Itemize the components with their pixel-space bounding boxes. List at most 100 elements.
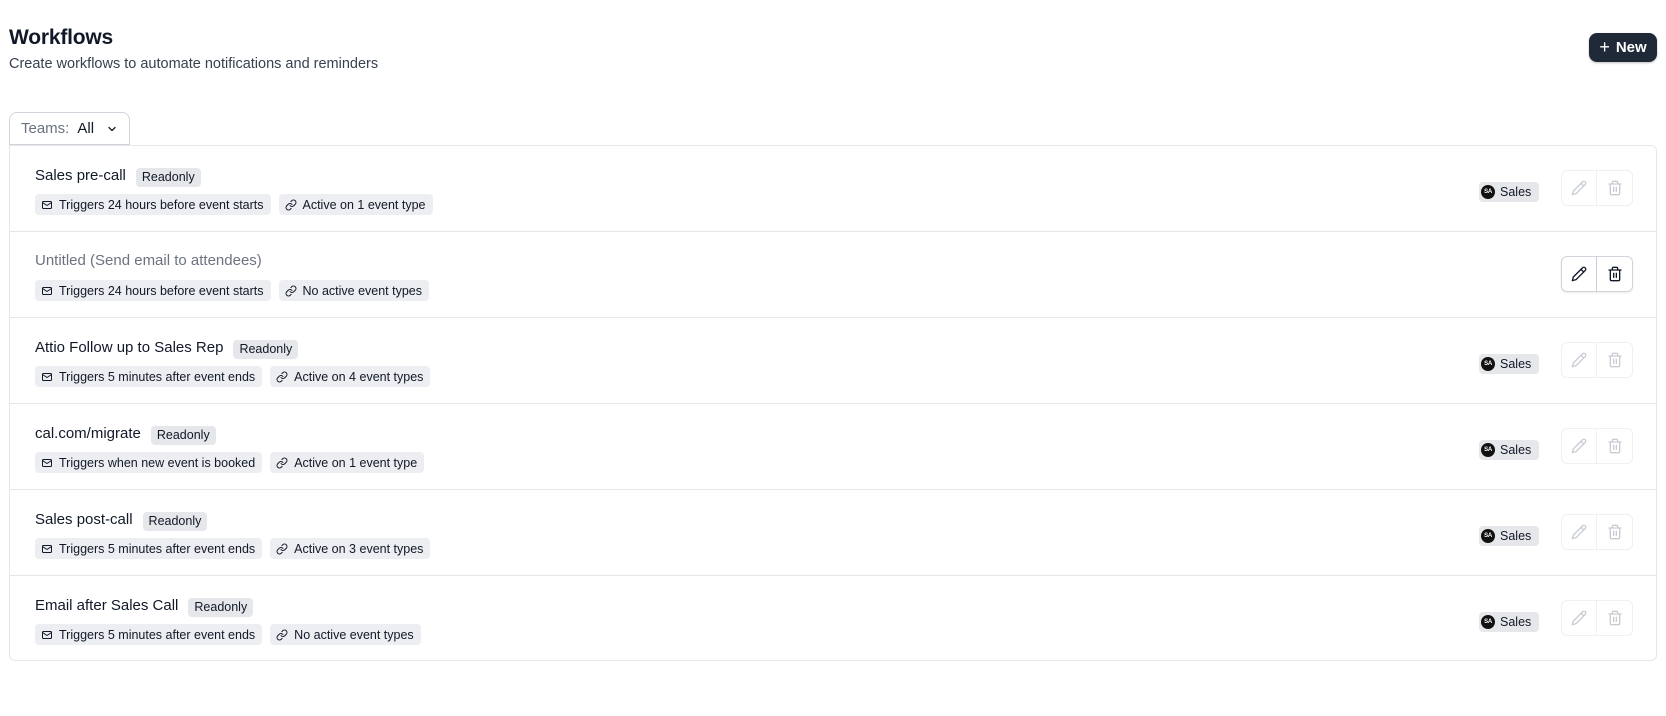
- team-avatar: SA: [1481, 185, 1495, 199]
- team-badge: SA Sales: [1479, 612, 1540, 632]
- pencil-icon: [1571, 352, 1587, 368]
- link-icon: [285, 199, 297, 211]
- workflow-actions: [1561, 600, 1633, 636]
- readonly-badge: Readonly: [135, 168, 201, 187]
- new-button-label: New: [1615, 39, 1647, 56]
- edit-button[interactable]: [1561, 428, 1597, 464]
- workflow-name[interactable]: Untitled (Send email to attendees): [35, 251, 262, 271]
- edit-button[interactable]: [1561, 342, 1597, 378]
- workflow-meta: Triggers 24 hours before event starts Act…: [35, 194, 433, 215]
- workflow-meta: Triggers 5 minutes after event ends No ac…: [35, 624, 421, 645]
- workflow-title-line: cal.com/migrate Readonly: [35, 423, 216, 445]
- delete-button[interactable]: [1597, 256, 1633, 292]
- plus-icon: +: [1599, 37, 1610, 57]
- active-text: No active event types: [302, 283, 423, 298]
- trigger-text: Triggers 5 minutes after event ends: [59, 369, 256, 384]
- team-avatar: SA: [1481, 443, 1495, 457]
- trash-icon: [1607, 524, 1623, 540]
- team-name: Sales: [1500, 529, 1532, 543]
- page-subtitle: Create workflows to automate notificatio…: [9, 56, 379, 72]
- workflow-row[interactable]: Sales post-call Readonly Triggers 5 minute…: [10, 490, 1656, 576]
- edit-button[interactable]: [1561, 170, 1597, 206]
- trigger-pill: Triggers 5 minutes after event ends: [35, 538, 263, 559]
- link-icon: [276, 629, 288, 641]
- pencil-icon: [1571, 524, 1587, 540]
- workflow-title-line: Email after Sales Call Readonly: [35, 595, 254, 617]
- readonly-badge: Readonly: [188, 598, 254, 617]
- workflow-meta: Triggers 5 minutes after event ends Activ…: [35, 538, 431, 559]
- edit-button[interactable]: [1561, 600, 1597, 636]
- trigger-text: Triggers when new event is booked: [59, 455, 256, 470]
- team-badge: SA Sales: [1479, 354, 1540, 374]
- team-name: Sales: [1500, 185, 1532, 199]
- trigger-text: Triggers 24 hours before event starts: [59, 283, 264, 298]
- team-badge: SA Sales: [1479, 182, 1540, 202]
- workflow-row[interactable]: Attio Follow up to Sales Rep Readonly Trig…: [10, 318, 1656, 404]
- mail-icon: [41, 457, 53, 469]
- mail-icon: [41, 543, 53, 555]
- pencil-icon: [1571, 266, 1587, 282]
- workflow-name[interactable]: Attio Follow up to Sales Rep: [35, 338, 223, 358]
- trigger-pill: Triggers 5 minutes after event ends: [35, 366, 263, 387]
- workflow-row[interactable]: Untitled (Send email to attendees) Trigge…: [10, 232, 1656, 318]
- trigger-pill: Triggers 24 hours before event starts: [35, 280, 271, 301]
- delete-button[interactable]: [1597, 342, 1633, 378]
- active-event-types-pill: Active on 1 event type: [278, 194, 433, 215]
- workflow-row[interactable]: Email after Sales Call Readonly Triggers 5…: [10, 576, 1656, 662]
- pencil-icon: [1571, 438, 1587, 454]
- active-text: Active on 1 event type: [294, 455, 418, 470]
- edit-button[interactable]: [1561, 256, 1597, 292]
- edit-button[interactable]: [1561, 514, 1597, 550]
- workflow-actions: [1561, 428, 1633, 464]
- teams-filter-dropdown[interactable]: Teams: All: [9, 112, 131, 145]
- mail-icon: [41, 199, 53, 211]
- team-avatar: SA: [1481, 357, 1495, 371]
- link-icon: [276, 371, 288, 383]
- workflow-meta: Triggers when new event is booked Active …: [35, 452, 425, 473]
- trigger-text: Triggers 5 minutes after event ends: [59, 627, 256, 642]
- active-event-types-pill: No active event types: [278, 280, 430, 301]
- active-text: Active on 4 event types: [294, 369, 424, 384]
- active-event-types-pill: Active on 1 event type: [270, 452, 425, 473]
- active-event-types-pill: Active on 4 event types: [270, 366, 431, 387]
- workflow-title-line: Untitled (Send email to attendees): [35, 251, 262, 271]
- trash-icon: [1607, 180, 1623, 196]
- link-icon: [276, 543, 288, 555]
- pencil-icon: [1571, 610, 1587, 626]
- team-avatar: SA: [1481, 529, 1495, 543]
- page-header: Workflows Create workflows to automate n…: [9, 24, 378, 73]
- team-name: Sales: [1500, 615, 1532, 629]
- workflow-list: Sales pre-call Readonly Triggers 24 hours …: [9, 145, 1657, 661]
- workflow-row[interactable]: cal.com/migrate Readonly Triggers when new…: [10, 404, 1656, 490]
- chevron-down-icon: [108, 126, 116, 131]
- trash-icon: [1607, 352, 1623, 368]
- readonly-badge: Readonly: [142, 512, 208, 531]
- new-workflow-button[interactable]: + New: [1589, 33, 1657, 62]
- link-icon: [276, 457, 288, 469]
- delete-button[interactable]: [1597, 428, 1633, 464]
- active-text: Active on 1 event type: [302, 197, 426, 212]
- pencil-icon: [1571, 180, 1587, 196]
- team-badge: SA Sales: [1479, 440, 1540, 460]
- workflow-actions: [1561, 170, 1633, 206]
- trigger-pill: Triggers when new event is booked: [35, 452, 263, 473]
- mail-icon: [41, 371, 53, 383]
- delete-button[interactable]: [1597, 170, 1633, 206]
- delete-button[interactable]: [1597, 514, 1633, 550]
- workflow-row[interactable]: Sales pre-call Readonly Triggers 24 hours …: [10, 146, 1656, 232]
- workflow-actions: [1561, 514, 1633, 550]
- workflow-name[interactable]: Email after Sales Call: [35, 596, 178, 616]
- workflow-name[interactable]: Sales post-call: [35, 510, 133, 530]
- team-avatar: SA: [1481, 615, 1495, 629]
- trash-icon: [1607, 610, 1623, 626]
- teams-filter-value: All: [77, 120, 95, 137]
- workflow-actions: [1561, 256, 1633, 292]
- trigger-text: Triggers 24 hours before event starts: [59, 197, 264, 212]
- workflow-title-line: Attio Follow up to Sales Rep Readonly: [35, 337, 299, 359]
- workflow-meta: Triggers 5 minutes after event ends Activ…: [35, 366, 431, 387]
- delete-button[interactable]: [1597, 600, 1633, 636]
- workflow-title-line: Sales pre-call Readonly: [35, 165, 201, 187]
- workflow-name[interactable]: Sales pre-call: [35, 166, 126, 186]
- workflow-name[interactable]: cal.com/migrate: [35, 424, 141, 444]
- active-text: Active on 3 event types: [294, 541, 424, 556]
